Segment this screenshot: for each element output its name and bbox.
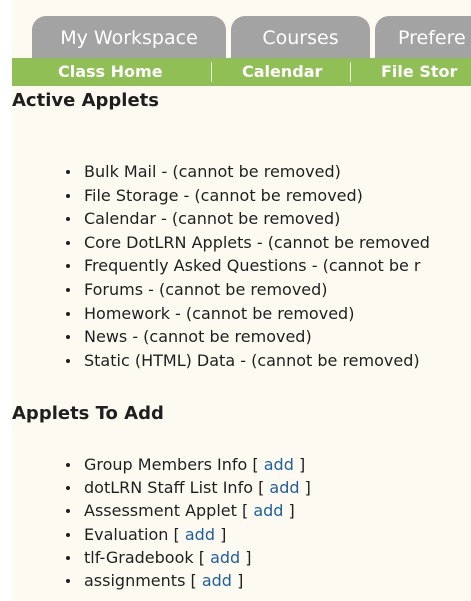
applet-label: Core DotLRN Applets - (cannot be removed [84,232,430,252]
bracket-close: ] [237,570,244,590]
bullet-icon [66,486,70,491]
bracket-close: ] [304,478,311,498]
bracket-close: ] [298,455,306,474]
main-tabs: My Workspace Courses Prefere [12,0,471,58]
active-applets-list: Bulk Mail - (cannot be removed) File Sto… [62,160,430,372]
bullet-icon [66,358,70,363]
list-item: Frequently Asked Questions - (cannot be … [62,254,430,278]
list-item: Bulk Mail - (cannot be removed) [62,160,430,184]
subnav-divider [211,62,212,82]
list-item: File Storage - (cannot be removed) [62,184,430,208]
applet-label: Static (HTML) Data - (cannot be removed) [84,350,420,370]
tab-my-workspace[interactable]: My Workspace [32,16,226,58]
bracket-open: [ [258,478,265,498]
list-item: Static (HTML) Data - (cannot be removed) [62,349,430,373]
bullet-icon [66,509,70,514]
bullet-icon [66,555,70,560]
bullet-icon [66,335,70,340]
list-item: Group Members Info [ add ] [62,453,311,476]
subnav-divider [350,62,351,82]
bullet-icon [66,287,70,292]
active-applets-heading: Active Applets [12,90,159,111]
list-item: Assessment Applet [ add ] [62,499,311,522]
applet-name: assignments [84,570,186,590]
applets-to-add-heading: Applets To Add [12,403,164,424]
subnav-class-home[interactable]: Class Home [58,58,163,86]
list-item: dotLRN Staff List Info [ add ] [62,476,311,499]
bracket-open: [ [241,501,249,521]
bullet-icon [66,264,70,269]
add-staff-list-info-link[interactable]: add [269,478,299,497]
list-item: Forums - (cannot be removed) [62,278,430,302]
bullet-icon [66,578,70,583]
add-group-members-info-link[interactable]: add [264,455,294,474]
subnav-calendar[interactable]: Calendar [242,58,322,86]
bracket-open: [ [252,455,259,474]
left-gutter [0,0,12,601]
bullet-icon [66,311,70,316]
bracket-open: [ [198,547,205,567]
list-item: assignments [ add ] [62,569,311,592]
applet-label: News - (cannot be removed) [84,327,312,347]
bracket-open: [ [173,524,180,544]
bracket-close: ] [220,524,227,544]
applet-label: Bulk Mail - (cannot be removed) [84,162,341,181]
bracket-open: [ [190,570,197,590]
bullet-icon [66,170,70,174]
applet-name: Assessment Applet [84,501,237,521]
applet-name: Group Members Info [84,455,248,474]
applet-name: Evaluation [84,524,169,544]
add-assignments-link[interactable]: add [202,571,232,590]
applet-name: tlf-Gradebook [84,547,194,567]
tab-courses[interactable]: Courses [231,16,370,58]
sub-navigation: Class Home Calendar File Stor [12,58,471,86]
list-item: Homework - (cannot be removed) [62,302,430,326]
bullet-icon [66,193,70,198]
bullet-icon [66,463,70,467]
applet-label: Calendar - (cannot be removed) [84,209,341,229]
add-evaluation-link[interactable]: add [185,525,215,544]
bullet-icon [66,240,70,245]
applet-label: Frequently Asked Questions - (cannot be … [84,256,421,276]
bracket-close: ] [245,547,252,567]
add-assessment-applet-link[interactable]: add [253,501,283,520]
bullet-icon [66,532,70,537]
applet-name: dotLRN Staff List Info [84,478,253,498]
tab-preferences[interactable]: Prefere [375,16,471,58]
applet-label: File Storage - (cannot be removed) [84,185,363,205]
applet-label: Homework - (cannot be removed) [84,303,355,323]
list-item: tlf-Gradebook [ add ] [62,546,311,569]
bracket-close: ] [288,501,295,521]
applets-to-add-list: Group Members Info [ add ] dotLRN Staff … [62,453,311,592]
list-item: Core DotLRN Applets - (cannot be removed [62,231,430,255]
subnav-file-storage[interactable]: File Stor [381,58,457,86]
applet-label: Forums - (cannot be removed) [84,279,328,299]
list-item: Evaluation [ add ] [62,523,311,546]
add-gradebook-link[interactable]: add [210,548,240,567]
bullet-icon [66,217,70,222]
page: My Workspace Courses Prefere Class Home … [0,0,471,601]
list-item: Calendar - (cannot be removed) [62,207,430,231]
list-item: News - (cannot be removed) [62,325,430,349]
